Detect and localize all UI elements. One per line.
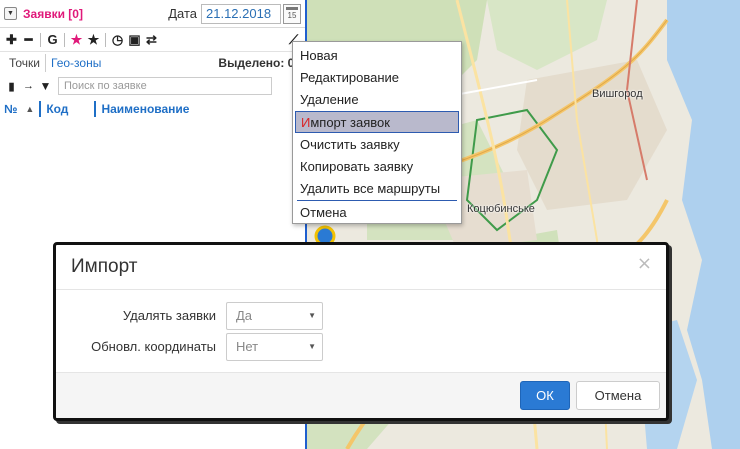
star-pink-icon[interactable]: ★ — [68, 31, 85, 49]
column-divider — [94, 101, 97, 117]
panel-toolbar: ✚ ━ G ★ ★ ◷ ▣ ⇄ ⟋ — [0, 28, 305, 52]
menu-item-cancel[interactable]: Отмена — [293, 201, 461, 223]
form-row-delete-requests: Удалять заявки Да ▼ — [56, 300, 666, 331]
menu-item-import[interactable]: Импорт заявок — [295, 110, 459, 134]
delete-requests-label: Удалять заявки — [122, 308, 216, 323]
search-row: ▮ → ▼ Поиск по заявке — [0, 74, 305, 98]
menu-item-import-accent: И — [301, 114, 311, 130]
sort-asc-icon[interactable]: ▲ — [25, 104, 34, 114]
column-header-number[interactable]: № — [4, 102, 17, 116]
chevron-down-icon: ▼ — [308, 342, 316, 351]
search-input[interactable]: Поиск по заявке — [58, 77, 272, 95]
cancel-button[interactable]: Отмена — [576, 381, 660, 410]
toolbar-divider — [40, 32, 41, 47]
dialog-body: Удалять заявки Да ▼ Обновл. координаты Н… — [56, 290, 666, 372]
column-divider — [39, 101, 42, 117]
star-icon[interactable]: ★ — [85, 31, 102, 49]
close-icon[interactable]: × — [637, 253, 652, 274]
selected-count: Выделено: 0 / — [218, 56, 301, 70]
menu-item-new[interactable]: Новая — [293, 44, 461, 66]
update-coords-value: Нет — [236, 339, 259, 354]
menu-item-edit[interactable]: Редактирование — [293, 66, 461, 88]
delete-requests-value: Да — [236, 308, 253, 323]
geocode-button[interactable]: G — [44, 31, 61, 49]
delete-requests-select[interactable]: Да ▼ — [226, 301, 323, 330]
column-header-name[interactable]: Наименование — [101, 102, 189, 116]
context-menu: Новая Редактирование Удаление Импорт зая… — [292, 41, 462, 224]
book-icon[interactable]: ▮ — [3, 77, 20, 95]
panel-tabs: Точки Гео-зоны Выделено: 0 / — [0, 52, 305, 74]
tab-geozones[interactable]: Гео-зоны — [45, 54, 106, 72]
dialog-header: Импорт × — [56, 245, 666, 290]
add-icon[interactable]: ✚ — [3, 31, 20, 49]
update-coords-select[interactable]: Нет ▼ — [226, 332, 323, 361]
menu-item-delete-routes[interactable]: Удалить все маршруты — [293, 178, 461, 200]
panel-header: ▼ Заявки [0] Дата 21.12.2018 15 — [0, 0, 305, 28]
dialog-title: Импорт — [71, 256, 138, 277]
clock-icon[interactable]: ◷ — [109, 31, 126, 49]
date-label: Дата — [168, 6, 197, 21]
calendar-day: 15 — [287, 11, 297, 20]
tab-points[interactable]: Точки — [4, 54, 45, 72]
menu-item-copy[interactable]: Копировать заявку — [293, 155, 461, 177]
truck-icon[interactable]: ▣ — [126, 31, 143, 49]
dialog-footer: ОК Отмена — [56, 372, 666, 418]
map-label-kotsiubynske: Коцюбинське — [467, 203, 535, 215]
column-header-code[interactable]: Код — [46, 102, 68, 116]
chevron-down-icon: ▼ — [308, 311, 316, 320]
remove-icon[interactable]: ━ — [20, 31, 37, 49]
update-coords-label: Обновл. координаты — [91, 339, 216, 354]
toolbar-divider — [64, 32, 65, 47]
menu-item-clear[interactable]: Очистить заявку — [293, 133, 461, 155]
arrow-right-icon[interactable]: → — [20, 77, 37, 95]
collapse-icon[interactable]: ▼ — [4, 7, 17, 20]
table-header: № ▲ Код Наименование — [0, 98, 305, 120]
map-label-vyshgorod: Вишгород — [592, 88, 643, 100]
form-row-update-coords: Обновл. координаты Нет ▼ — [56, 331, 666, 362]
calendar-icon[interactable]: 15 — [283, 3, 301, 24]
toolbar-divider — [105, 32, 106, 47]
menu-item-delete[interactable]: Удаление — [293, 89, 461, 111]
date-field[interactable]: 21.12.2018 — [201, 3, 281, 24]
swap-icon[interactable]: ⇄ — [143, 31, 160, 49]
panel-title: Заявки [0] — [23, 6, 83, 21]
menu-item-import-label: мпорт заявок — [310, 114, 390, 130]
ok-button[interactable]: ОК — [520, 381, 570, 410]
filter-icon[interactable]: ▼ — [37, 77, 54, 95]
import-dialog: Импорт × Удалять заявки Да ▼ Обновл. коо… — [53, 242, 669, 421]
